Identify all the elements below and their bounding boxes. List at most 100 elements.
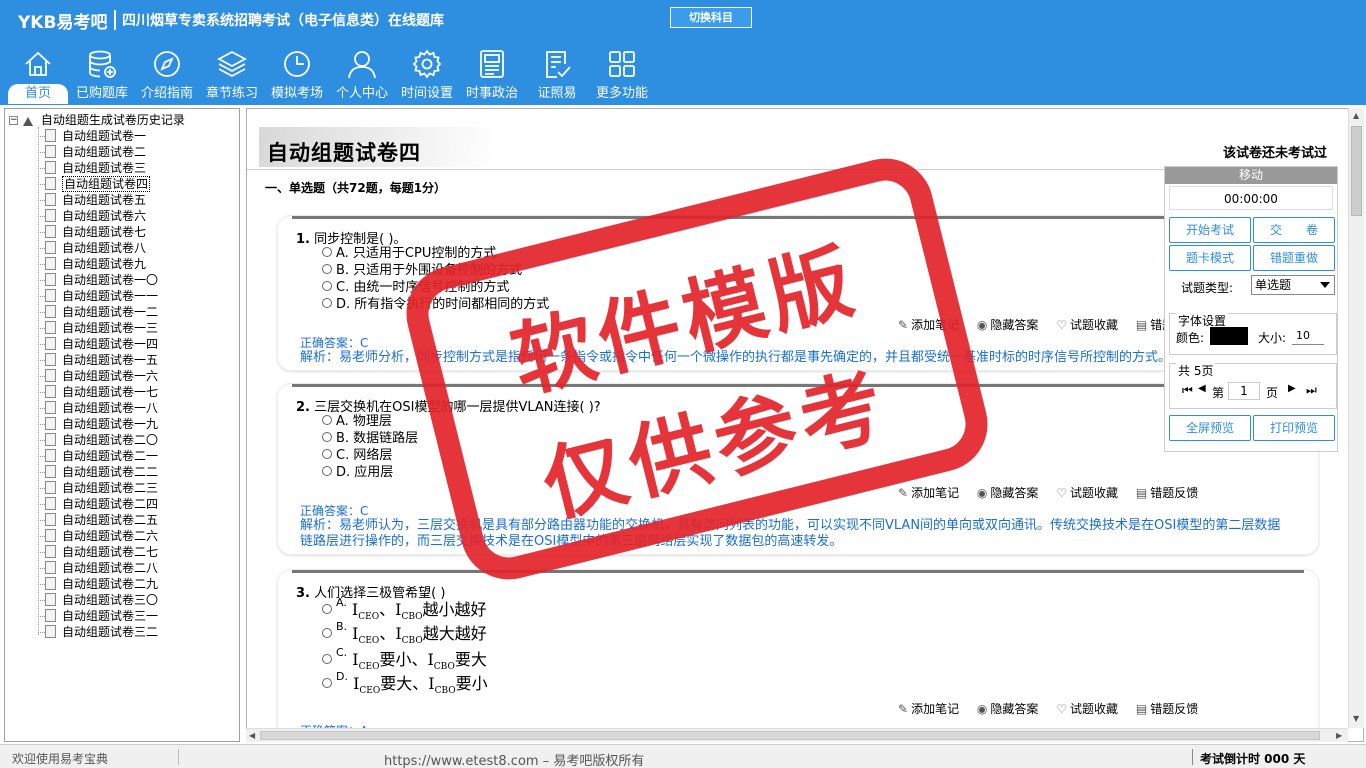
tree-item[interactable]: 自动组题试卷二二	[38, 464, 158, 480]
tree-item[interactable]: 自动组题试卷二一	[38, 448, 158, 464]
tree-item[interactable]: 自动组题试卷一七	[38, 384, 158, 400]
next-page-icon[interactable]: ▶	[1288, 383, 1296, 394]
page-number-input[interactable]: 1	[1228, 382, 1260, 400]
tree-item[interactable]: 自动组题试卷二六	[38, 528, 158, 544]
color-label: 颜色:	[1176, 331, 1205, 345]
hide-answer-button[interactable]: ◉ 隐藏答案	[977, 318, 1039, 332]
prev-page-icon[interactable]: ◀	[1198, 383, 1206, 394]
collapse-icon[interactable]: −	[9, 116, 18, 125]
nav-guide[interactable]: 介绍指南	[135, 46, 199, 104]
scroll-thumb[interactable]	[1351, 126, 1362, 216]
start-exam-button[interactable]: 开始考试	[1169, 217, 1251, 243]
horizontal-scrollbar[interactable]: ◀ ▶	[246, 728, 1348, 742]
report-error-button[interactable]: ▤错题反馈	[1136, 702, 1198, 716]
add-note-button[interactable]: ✎ 添加笔记	[898, 486, 959, 500]
hide-answer-button[interactable]: ◉ 隐藏答案	[977, 486, 1039, 500]
question-type-select[interactable]: 单选题	[1251, 275, 1335, 295]
radio-icon[interactable]	[322, 465, 332, 476]
tree-item[interactable]: 自动组题试卷二七	[38, 544, 158, 560]
panel-move-handle[interactable]: 移动	[1165, 167, 1337, 184]
document-icon	[45, 337, 56, 350]
radio-icon[interactable]	[322, 246, 332, 257]
tree-item[interactable]: 自动组题试卷五	[38, 192, 146, 208]
tree-item[interactable]: 自动组题试卷二三	[38, 480, 158, 496]
favorite-button[interactable]: ♡ 试题收藏	[1056, 486, 1118, 500]
nav-certificate[interactable]: 证照易	[525, 46, 589, 104]
fullscreen-preview-button[interactable]: 全屏预览	[1169, 415, 1251, 441]
tree-item[interactable]: 自动组题试卷三一	[38, 608, 158, 624]
tree-item[interactable]: 自动组题试卷二五	[38, 512, 158, 528]
tree-item[interactable]: 自动组题试卷三	[38, 160, 146, 176]
tree-item[interactable]: 自动组题试卷四	[38, 176, 151, 192]
tree-item[interactable]: 自动组题试卷七	[38, 224, 146, 240]
nav-current-affairs[interactable]: 时事政治	[460, 46, 524, 104]
tree-item[interactable]: 自动组题试卷一	[38, 128, 146, 144]
card-mode-button[interactable]: 题卡模式	[1169, 245, 1251, 271]
tree-item[interactable]: 自动组题试卷二四	[38, 496, 158, 512]
redo-wrong-button[interactable]: 错题重做	[1253, 245, 1335, 271]
tree-item[interactable]: 自动组题试卷一五	[38, 352, 158, 368]
radio-icon[interactable]	[322, 448, 332, 459]
nav-profile[interactable]: 个人中心	[330, 46, 394, 104]
nav-chapter[interactable]: 章节练习	[200, 46, 264, 104]
report-error-button[interactable]: ▤错题反馈	[1136, 486, 1198, 500]
scroll-left-icon[interactable]: ◀	[249, 731, 255, 740]
tree-item[interactable]: 自动组题试卷二九	[38, 576, 158, 592]
tree-item[interactable]: 自动组题试卷三二	[38, 624, 158, 640]
nav-mock-exam[interactable]: 模拟考场	[265, 46, 329, 104]
favorite-button[interactable]: ♡ 试题收藏	[1056, 702, 1118, 716]
tree-item[interactable]: 自动组题试卷一〇	[38, 272, 158, 288]
nav-time-settings[interactable]: 时间设置	[395, 46, 459, 104]
tree-item[interactable]: 自动组题试卷二八	[38, 560, 158, 576]
tree-item[interactable]: 自动组题试卷一二	[38, 304, 158, 320]
tree-root[interactable]: − 自动组题生成试卷历史记录	[9, 113, 185, 127]
scroll-thumb[interactable]	[260, 731, 1320, 740]
tree-item[interactable]: 自动组题试卷一一	[38, 288, 158, 304]
radio-icon[interactable]	[322, 297, 332, 308]
first-page-icon[interactable]: ⏮	[1182, 383, 1193, 398]
scroll-right-icon[interactable]: ▶	[1336, 731, 1342, 740]
add-note-button[interactable]: ✎ 添加笔记	[898, 318, 959, 332]
option-d[interactable]: D. ICEO要大、ICBO要小	[322, 670, 488, 696]
tree-item[interactable]: 自动组题试卷二	[38, 144, 146, 160]
radio-icon[interactable]	[322, 280, 332, 291]
radio-icon[interactable]	[322, 414, 332, 425]
scroll-up-icon[interactable]: ▲	[1353, 111, 1359, 120]
tree-item[interactable]: 自动组题试卷一三	[38, 320, 158, 336]
font-color-picker[interactable]	[1210, 327, 1248, 345]
tree-item[interactable]: 自动组题试卷一八	[38, 400, 158, 416]
tree-item[interactable]: 自动组题试卷八	[38, 240, 146, 256]
submit-exam-button[interactable]: 交 卷	[1253, 217, 1335, 243]
add-note-button[interactable]: ✎ 添加笔记	[898, 702, 959, 716]
tree-item[interactable]: 自动组题试卷三〇	[38, 592, 158, 608]
tree-item[interactable]: 自动组题试卷六	[38, 208, 146, 224]
hide-answer-button[interactable]: ◉ 隐藏答案	[977, 702, 1039, 716]
print-preview-button[interactable]: 打印预览	[1253, 415, 1335, 441]
radio-icon[interactable]	[322, 263, 332, 274]
font-size-input[interactable]: 10	[1292, 327, 1324, 345]
favorite-button[interactable]: ♡ 试题收藏	[1056, 318, 1118, 332]
scroll-down-icon[interactable]: ▼	[1353, 714, 1359, 723]
tree-item[interactable]: 自动组题试卷九	[38, 256, 146, 272]
nav-more[interactable]: 更多功能	[590, 46, 654, 104]
option-d[interactable]: D. 所有指令执行的时间都相同的方式	[322, 293, 549, 312]
tree-item[interactable]: 自动组题试卷一四	[38, 336, 158, 352]
last-page-icon[interactable]: ⏭	[1306, 383, 1317, 398]
option-a[interactable]: A. ICEO、ICBO越小越好	[322, 596, 487, 622]
clock-icon	[284, 51, 310, 77]
nav-home[interactable]: 首页	[6, 46, 70, 104]
option-d[interactable]: D. 应用层	[322, 461, 393, 480]
radio-icon[interactable]	[322, 603, 332, 614]
radio-icon[interactable]	[322, 431, 332, 442]
radio-icon[interactable]	[322, 677, 332, 688]
option-b[interactable]: B. ICEO、ICBO越大越好	[322, 620, 487, 646]
option-c[interactable]: C. ICEO要小、ICBO要大	[322, 646, 487, 672]
tree-item[interactable]: 自动组题试卷一六	[38, 368, 158, 384]
switch-subject-button[interactable]: 切换科目	[670, 7, 752, 28]
vertical-scrollbar[interactable]: ▲ ▼	[1348, 108, 1364, 728]
radio-icon[interactable]	[322, 627, 332, 638]
tree-item[interactable]: 自动组题试卷二〇	[38, 432, 158, 448]
nav-purchased[interactable]: 已购题库	[70, 46, 134, 104]
tree-item[interactable]: 自动组题试卷一九	[38, 416, 158, 432]
radio-icon[interactable]	[322, 653, 332, 664]
